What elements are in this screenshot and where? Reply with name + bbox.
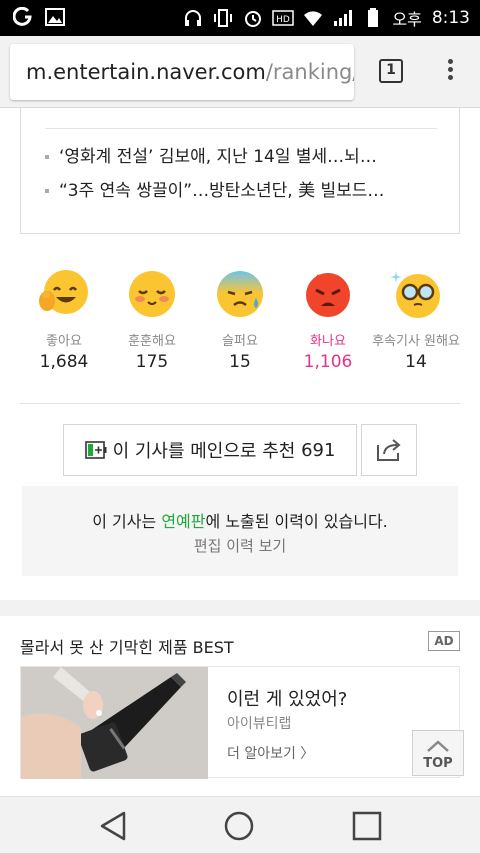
ad-section-title: 몰라서 못 산 기막힌 제품 BEST	[20, 638, 234, 657]
divider	[45, 128, 437, 129]
glasses-face-icon	[390, 271, 440, 318]
recommend-to-main-button[interactable]: 이 기사를 메인으로 추천 691	[63, 424, 357, 476]
reaction-count: 1,684	[39, 352, 89, 372]
vibrate-icon	[212, 7, 234, 29]
ad-headline: 이런 게 있었어?	[227, 689, 348, 710]
overflow-menu-icon[interactable]	[440, 56, 460, 86]
reaction-heartwarming[interactable]: 훈훈해요 175	[108, 268, 196, 378]
system-nav-bar	[0, 796, 480, 853]
notice-text: 이 기사는 연예판에 노출된 이력이 있습니다.	[22, 508, 458, 532]
notice-text-before: 이 기사는	[92, 512, 162, 531]
status-bar: HD 오후 8:13	[0, 0, 480, 36]
reaction-label: 슬퍼요	[222, 334, 258, 349]
o-app-icon	[12, 6, 34, 28]
reaction-like[interactable]: 좋아요 1,684	[20, 268, 108, 378]
headset-icon	[182, 7, 204, 29]
edit-history-link[interactable]: 편집 이력 보기	[22, 535, 458, 556]
image-icon	[44, 6, 66, 28]
share-button[interactable]	[361, 424, 417, 476]
ad-brand: 아이뷰티랩	[227, 716, 292, 732]
tab-switcher-button[interactable]: 1	[379, 59, 403, 83]
recommend-label: 이 기사를 메인으로 추천	[112, 441, 296, 462]
thumbs-up-face-icon	[39, 270, 88, 314]
reaction-label: 후속기사 원해요	[372, 334, 460, 349]
share-icon	[377, 439, 401, 461]
reaction-label: 좋아요	[46, 334, 82, 349]
reaction-bar: 좋아요 1,684 훈훈해요 175 슬퍼요 15 화나요 1,106 후속기사…	[20, 268, 460, 378]
home-icon[interactable]	[222, 809, 256, 843]
reaction-label: 화나요	[310, 334, 346, 349]
battery-plus-icon	[84, 441, 107, 459]
bullet-icon	[45, 189, 49, 193]
url-text: m.entertain.naver.com/ranking/re	[26, 60, 354, 84]
reaction-label: 훈훈해요	[128, 334, 176, 349]
reaction-sad[interactable]: 슬퍼요 15	[196, 268, 284, 378]
wifi-icon	[302, 7, 324, 29]
related-news-title: ‘영화계 전설’ 김보애, 지난 14일 별세…뇌…	[59, 147, 377, 167]
chevron-up-icon	[427, 740, 449, 752]
reaction-count: 14	[405, 352, 427, 372]
notice-section-link[interactable]: 연예판	[161, 512, 205, 531]
status-time: 8:13	[431, 8, 470, 28]
page-content: ‘영화계 전설’ 김보애, 지난 14일 별세…뇌… “3주 연속 쌍끌이”…방…	[0, 108, 480, 796]
reaction-want-followup[interactable]: 후속기사 원해요 14	[372, 268, 460, 378]
related-news-title: “3주 연속 쌍끌이”…방탄소년단, 美 빌보드…	[59, 181, 385, 201]
reaction-count: 175	[135, 352, 169, 372]
recent-apps-icon[interactable]	[350, 809, 384, 843]
related-news-box: ‘영화계 전설’ 김보애, 지난 14일 별세…뇌… “3주 연속 쌍끌이”…방…	[20, 108, 460, 234]
back-icon[interactable]	[96, 809, 130, 843]
sad-face-icon	[217, 271, 263, 317]
signal-icon	[332, 7, 354, 29]
blushing-face-icon	[129, 271, 175, 317]
exposure-notice: 이 기사는 연예판에 노출된 이력이 있습니다. 편집 이력 보기	[22, 486, 458, 576]
recommend-count: 691	[301, 439, 336, 461]
battery-icon	[362, 7, 384, 29]
related-news-item[interactable]: ‘영화계 전설’ 김보애, 지난 14일 별세…뇌…	[45, 142, 377, 167]
svg-text:HD: HD	[277, 15, 291, 25]
ad-card[interactable]: 이런 게 있었어? 아이뷰티랩 더 알아보기 〉	[20, 666, 460, 779]
ad-product-image	[21, 667, 208, 779]
alarm-icon	[242, 7, 264, 29]
url-host: m.entertain.naver.com	[26, 60, 266, 84]
url-path: /ranking/re	[265, 60, 354, 84]
status-ampm: 오후	[392, 10, 422, 29]
notice-text-after: 에 노출된 이력이 있습니다.	[205, 512, 388, 531]
angry-face-icon	[306, 273, 350, 317]
url-field[interactable]: m.entertain.naver.com/ranking/re	[10, 44, 354, 100]
scroll-to-top-button[interactable]: TOP	[412, 730, 464, 776]
reaction-count: 15	[229, 352, 251, 372]
ad-learn-more-link[interactable]: 더 알아보기 〉	[227, 743, 314, 763]
hd-icon: HD	[272, 7, 295, 29]
ad-badge[interactable]: AD	[428, 631, 460, 651]
browser-toolbar: m.entertain.naver.com/ranking/re 1	[0, 36, 480, 108]
bullet-icon	[45, 155, 49, 159]
related-news-item[interactable]: “3주 연속 쌍끌이”…방탄소년단, 美 빌보드…	[45, 176, 384, 201]
reaction-count: 1,106	[303, 352, 353, 372]
reaction-angry[interactable]: 화나요 1,106	[284, 268, 372, 378]
top-label: TOP	[423, 756, 453, 771]
divider	[20, 403, 460, 404]
section-separator	[0, 600, 480, 616]
